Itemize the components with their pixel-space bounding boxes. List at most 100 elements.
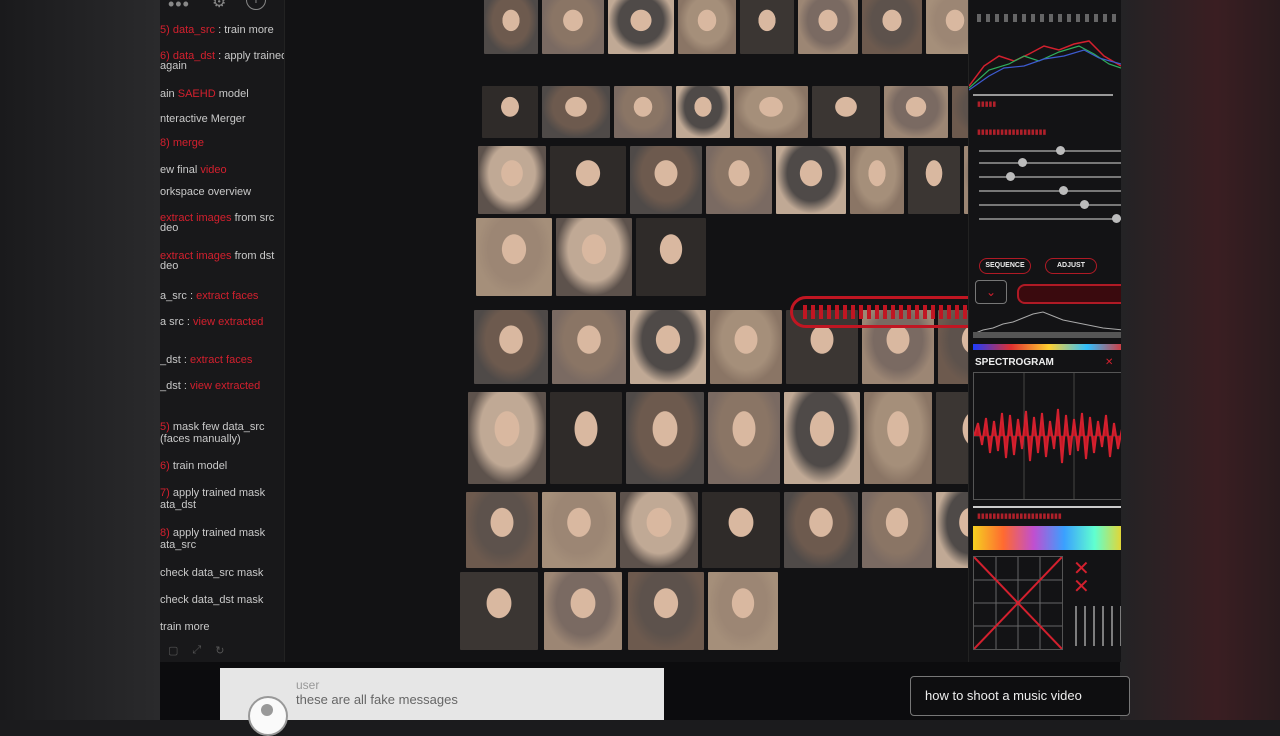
face-thumbnail[interactable]: [636, 218, 706, 296]
face-thumbnail[interactable]: [478, 146, 546, 214]
sidebar-step[interactable]: check data_dst mask: [160, 594, 284, 607]
face-thumbnail[interactable]: [484, 0, 538, 54]
slider[interactable]: [979, 214, 1121, 223]
face-thumbnail[interactable]: [630, 310, 706, 384]
sidebar-step[interactable]: _dst : view extracted: [160, 380, 284, 393]
face-thumbnail[interactable]: [614, 86, 672, 138]
slider[interactable]: [979, 186, 1121, 195]
step-highlight: 5) data_src: [160, 24, 216, 36]
panel-red-caption: ▮▮▮▮▮: [977, 101, 997, 108]
adjust-button[interactable]: ADJUST: [1045, 258, 1097, 274]
search-input[interactable]: how to shoot a music video: [910, 676, 1130, 716]
face-thumbnail[interactable]: [708, 392, 780, 484]
sidebar-step[interactable]: deo: [160, 222, 284, 235]
face-thumbnail[interactable]: [862, 492, 932, 568]
face-thumbnail[interactable]: [630, 146, 702, 214]
face-thumbnail[interactable]: [626, 392, 704, 484]
face-thumbnail[interactable]: [864, 392, 932, 484]
face-thumbnail[interactable]: [542, 492, 616, 568]
sidebar-step[interactable]: check data_src mask: [160, 567, 284, 580]
face-thumbnail[interactable]: [544, 572, 622, 650]
waveform-red: [969, 40, 1121, 87]
step-text: a src :: [160, 316, 194, 328]
step-text: a_src :: [160, 290, 197, 302]
sequence-button[interactable]: SEQUENCE: [979, 258, 1031, 274]
face-thumbnail[interactable]: [812, 86, 880, 138]
step-text: check data_dst mask: [160, 594, 264, 606]
face-thumbnail[interactable]: [850, 146, 904, 214]
face-thumbnail[interactable]: [550, 392, 622, 484]
sidebar-step[interactable]: (faces manually): [160, 433, 284, 446]
sidebar-step[interactable]: ata_dst: [160, 499, 284, 512]
face-thumbnail[interactable]: [776, 146, 846, 214]
expand-icon[interactable]: ⤢: [192, 644, 201, 657]
red-input-field[interactable]: [1017, 284, 1121, 304]
face-thumbnail[interactable]: [542, 0, 604, 54]
face-thumbnail[interactable]: [542, 86, 610, 138]
square-icon[interactable]: ▢: [168, 644, 178, 657]
slider[interactable]: [979, 200, 1121, 209]
more-icon[interactable]: •••: [168, 0, 190, 15]
face-thumbnail[interactable]: [702, 492, 780, 568]
slider[interactable]: [979, 146, 1121, 155]
face-thumbnail[interactable]: [556, 218, 632, 296]
face-thumbnail[interactable]: [908, 146, 960, 214]
face-thumbnail[interactable]: [474, 310, 548, 384]
background-left: [0, 0, 160, 720]
face-thumbnail[interactable]: [676, 86, 730, 138]
slider-knob[interactable]: [1112, 214, 1121, 223]
face-thumbnail[interactable]: [550, 146, 626, 214]
sidebar-step[interactable]: ata_src: [160, 539, 284, 552]
slider-knob[interactable]: [1018, 158, 1027, 167]
face-thumbnail[interactable]: [784, 492, 858, 568]
slider-knob[interactable]: [1056, 146, 1065, 155]
face-thumbnail[interactable]: [482, 86, 538, 138]
info-icon[interactable]: i: [246, 0, 266, 10]
sidebar-step[interactable]: a src : view extracted: [160, 316, 284, 329]
face-thumbnail[interactable]: [734, 86, 808, 138]
sidebar-step[interactable]: deo: [160, 260, 284, 273]
panel-toolbar: [977, 14, 1121, 22]
face-thumbnail[interactable]: [706, 146, 772, 214]
sidebar-step[interactable]: nteractive Merger: [160, 113, 284, 126]
slider[interactable]: [979, 172, 1121, 181]
dropdown-button[interactable]: ⌄: [975, 280, 1007, 304]
face-thumbnail[interactable]: [620, 492, 698, 568]
face-thumbnail[interactable]: [608, 0, 674, 54]
step-highlight: video: [200, 164, 227, 176]
sidebar-step[interactable]: a_src : extract faces: [160, 290, 284, 303]
face-thumbnail[interactable]: [476, 218, 552, 296]
step-text: model: [215, 88, 249, 100]
sidebar-step[interactable]: again: [160, 60, 284, 73]
step-text: apply trained mask: [169, 527, 266, 539]
sidebar-step[interactable]: train more: [160, 621, 284, 634]
sidebar-step[interactable]: 8) merge: [160, 137, 284, 150]
face-thumbnail[interactable]: [784, 392, 860, 484]
waveform-blue: [969, 49, 1121, 91]
slider-knob[interactable]: [1059, 186, 1068, 195]
face-thumbnail[interactable]: [552, 310, 626, 384]
slider-knob[interactable]: [1080, 200, 1089, 209]
refresh-icon[interactable]: ↻: [215, 644, 224, 657]
face-thumbnail[interactable]: [466, 492, 538, 568]
gear-icon[interactable]: ⚙: [212, 0, 226, 12]
slider-knob[interactable]: [1006, 172, 1015, 181]
sidebar-step[interactable]: 5) data_src : train more: [160, 24, 284, 37]
face-thumbnail[interactable]: [468, 392, 546, 484]
face-thumbnail[interactable]: [862, 0, 922, 54]
sidebar-step[interactable]: 6) train model: [160, 460, 284, 473]
sidebar-step[interactable]: _dst : extract faces: [160, 354, 284, 367]
sidebar-step[interactable]: orkspace overview: [160, 186, 284, 199]
sidebar-step[interactable]: ew final video: [160, 164, 284, 177]
face-thumbnail[interactable]: [460, 572, 538, 650]
slider[interactable]: [979, 158, 1121, 167]
face-thumbnail[interactable]: [884, 86, 948, 138]
face-thumbnail[interactable]: [708, 572, 778, 650]
face-thumbnail[interactable]: [710, 310, 782, 384]
face-thumbnail[interactable]: [798, 0, 858, 54]
face-thumbnail[interactable]: [628, 572, 704, 650]
sidebar-step[interactable]: ain SAEHD model: [160, 88, 284, 101]
face-thumbnail[interactable]: [678, 0, 736, 54]
close-icon[interactable]: ✕: [1105, 357, 1113, 368]
face-thumbnail[interactable]: [740, 0, 794, 54]
